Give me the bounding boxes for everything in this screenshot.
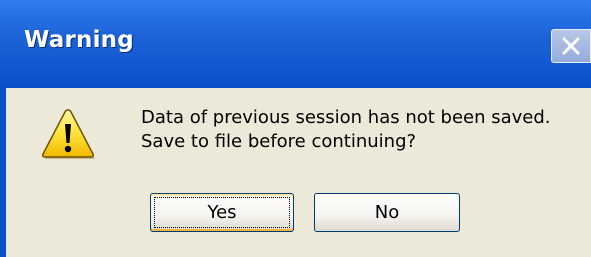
yes-button[interactable]: Yes — [150, 193, 294, 232]
warning-dialog: Warning Data of previous session has not… — [0, 0, 591, 257]
no-button[interactable]: No — [314, 193, 460, 232]
dialog-message: Data of previous session has not been sa… — [141, 106, 551, 154]
message-line-1: Data of previous session has not been sa… — [141, 107, 551, 128]
message-line-2: Save to file before continuing? — [141, 131, 417, 152]
warning-icon — [42, 109, 95, 159]
title-bar[interactable]: Warning — [0, 0, 591, 88]
window-title: Warning — [24, 27, 134, 53]
close-button[interactable] — [551, 29, 591, 63]
close-icon — [562, 37, 580, 55]
